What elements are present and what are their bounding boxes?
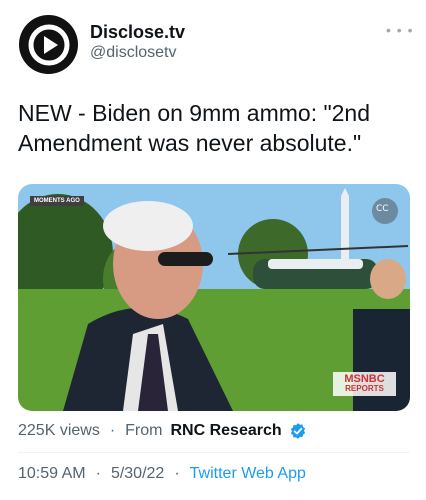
timestamp-row: 10:59 AM · 5/30/22 · Twitter Web App (18, 465, 306, 483)
account-name[interactable]: Disclose.tv (90, 22, 185, 43)
app-separator: · (174, 465, 180, 482)
network-logo-text: MSNBC (344, 373, 385, 385)
divider (18, 452, 410, 453)
tweet-date[interactable]: 5/30/22 (111, 465, 164, 483)
account-handle[interactable]: @disclosetv (90, 44, 177, 62)
video-player[interactable]: MOMENTS AGO CC MSNBC REPORTS (18, 184, 410, 411)
network-logo-sub: REPORTS (345, 384, 384, 393)
source-app-link[interactable]: Twitter Web App (190, 465, 306, 483)
captions-icon[interactable]: CC (376, 204, 389, 214)
meta-separator: · (109, 422, 116, 439)
source-link[interactable]: RNC Research (170, 422, 281, 440)
corner-tag: MOMENTS AGO (30, 196, 84, 206)
from-label: From (125, 422, 163, 439)
network-logo: MSNBC REPORTS (333, 374, 396, 394)
avatar[interactable] (19, 15, 78, 74)
verified-badge-icon (290, 423, 305, 439)
tweet-meta: 225K views · From RNC Research (18, 422, 307, 440)
tweet-time[interactable]: 10:59 AM (18, 465, 86, 483)
views-count: 225K views (18, 422, 100, 439)
play-logo-icon (28, 24, 69, 65)
time-separator: · (95, 465, 101, 482)
tweet-text: NEW - Biden on 9mm ammo: "2nd Amendment … (18, 100, 371, 156)
more-icon[interactable]: • • • (386, 22, 413, 38)
